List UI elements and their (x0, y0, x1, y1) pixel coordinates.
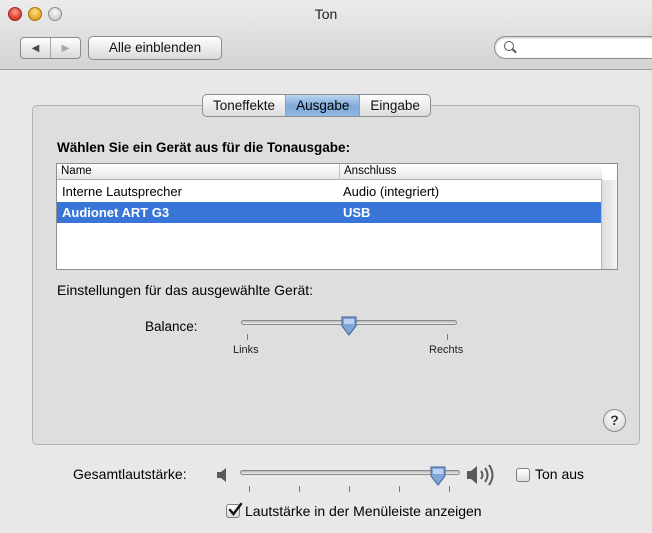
show-volume-in-menubar-label: Lautstärke in der Menüleiste anzeigen (245, 503, 482, 519)
column-header-name[interactable]: Name (61, 164, 92, 179)
volume-slider-thumb[interactable] (429, 466, 447, 486)
show-volume-in-menubar-checkbox[interactable] (226, 502, 243, 518)
volume-tick (349, 486, 350, 492)
device-name: Interne Lautsprecher (62, 184, 182, 199)
balance-slider-thumb[interactable] (340, 316, 358, 336)
mute-label: Ton aus (535, 466, 585, 482)
checkmark-icon (228, 502, 243, 516)
preferences-window: Ton ◀ ▶ Alle einblenden Toneffekte Ausga… (0, 0, 652, 533)
column-header-connection[interactable]: Anschluss (339, 164, 396, 180)
volume-tick (399, 486, 400, 492)
device-name: Audionet ART G3 (62, 205, 170, 220)
volume-tick (299, 486, 300, 492)
tab-ausgabe[interactable]: Ausgabe (286, 95, 361, 116)
help-icon: ? (610, 412, 619, 428)
device-connection: USB (343, 205, 371, 220)
tab-panel (32, 105, 640, 445)
table-row[interactable]: Interne Lautsprecher Audio (integriert) (57, 181, 602, 202)
speaker-high-icon (467, 464, 494, 486)
output-heading: Wählen Sie ein Gerät aus für die Tonausg… (57, 140, 351, 155)
back-forward-control: ◀ ▶ (20, 37, 81, 59)
device-connection: Audio (integriert) (343, 184, 440, 199)
tab-eingabe[interactable]: Eingabe (360, 95, 430, 116)
forward-button[interactable]: ▶ (51, 38, 80, 58)
magnifier-icon (504, 41, 514, 51)
window-title: Ton (314, 6, 338, 22)
help-button[interactable]: ? (603, 409, 626, 432)
table-scrollbar[interactable] (601, 180, 617, 269)
device-settings-label: Einstellungen für das ausgewählte Gerät: (57, 282, 314, 298)
balance-tick-left (247, 334, 248, 340)
tab-bar: Toneffekte Ausgabe Eingabe (202, 94, 431, 117)
forward-arrow-icon: ▶ (61, 42, 70, 54)
volume-slider[interactable] (240, 470, 460, 475)
volume-label: Gesamtlautstärke: (73, 466, 187, 482)
back-button[interactable]: ◀ (21, 38, 51, 58)
search-field[interactable] (494, 36, 652, 59)
balance-label: Balance: (145, 319, 198, 334)
back-arrow-icon: ◀ (31, 42, 40, 54)
title-bar: Ton ◀ ▶ Alle einblenden (0, 0, 652, 70)
balance-right-label: Rechts (429, 344, 464, 356)
device-table: Name Anschluss Interne Lautsprecher Audi… (56, 163, 618, 270)
show-all-button[interactable]: Alle einblenden (88, 36, 222, 60)
tab-toneffekte[interactable]: Toneffekte (203, 95, 287, 116)
speaker-low-icon (217, 468, 226, 482)
balance-tick-right (447, 334, 448, 340)
table-header: Name Anschluss (57, 164, 602, 180)
volume-tick (249, 486, 250, 492)
balance-left-label: Links (233, 344, 259, 356)
table-row[interactable]: Audionet ART G3 USB (57, 202, 602, 223)
volume-tick (449, 486, 450, 492)
mute-checkbox[interactable] (516, 468, 530, 482)
